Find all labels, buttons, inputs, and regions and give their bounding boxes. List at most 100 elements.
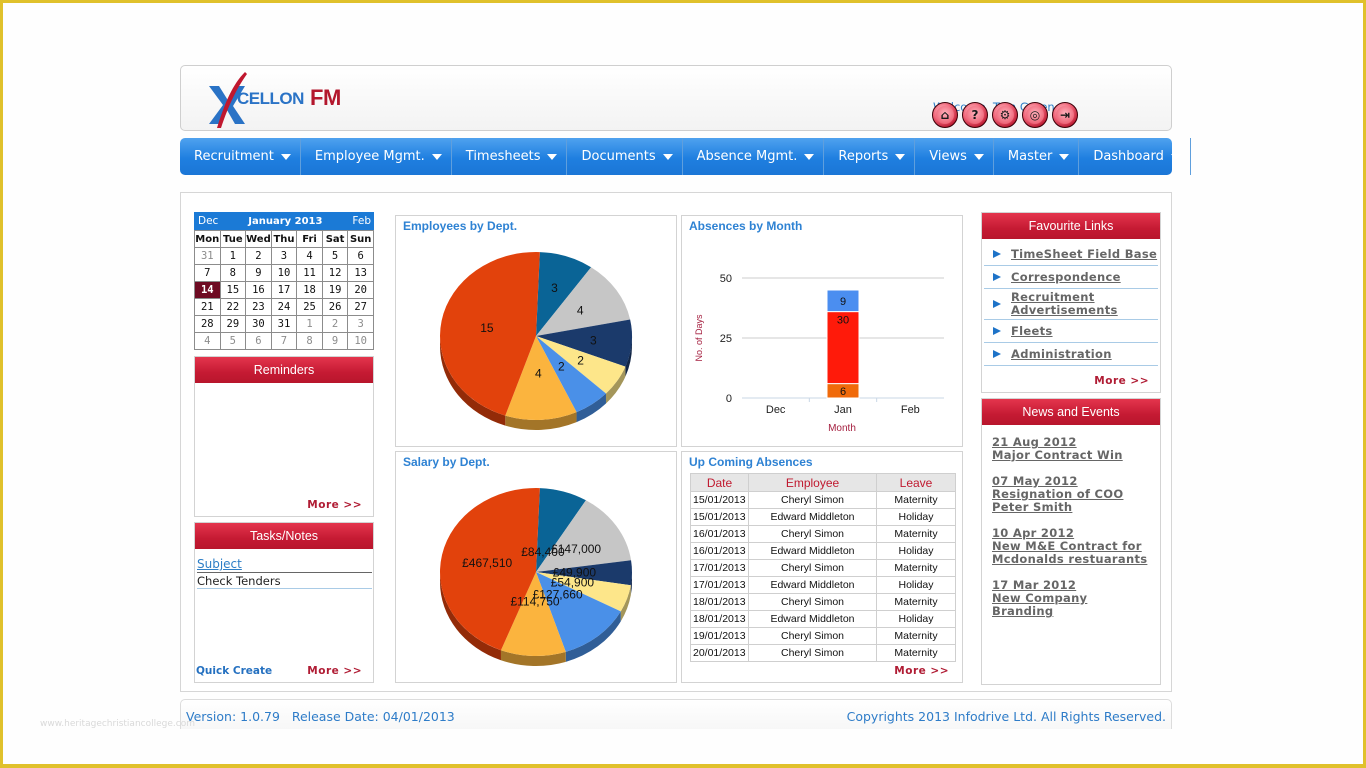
- date-cell: 18/01/2013: [690, 593, 749, 611]
- table-row[interactable]: 15/01/2013 Cheryl Simon Maternity: [690, 491, 956, 509]
- table-row[interactable]: 16/01/2013 Cheryl Simon Maternity: [690, 525, 956, 543]
- calendar-day-today[interactable]: 14: [194, 281, 221, 299]
- calendar-prev-month[interactable]: Dec: [198, 215, 218, 227]
- x-tick-label: Jan: [834, 404, 852, 416]
- home-button[interactable]: ⌂: [932, 102, 958, 128]
- nav-views[interactable]: Views: [915, 138, 994, 175]
- favourites-more-link[interactable]: More >>: [1094, 375, 1149, 387]
- calendar-day[interactable]: 19: [321, 281, 349, 299]
- calendar-day[interactable]: 16: [245, 281, 272, 299]
- lifebuoy-button[interactable]: ◎: [1022, 102, 1048, 128]
- calendar: Dec January 2013 Feb Mon Tue Wed Thu Fri Sat S…: [194, 212, 374, 350]
- nav-employee-mgmt[interactable]: Employee Mgmt.: [301, 138, 452, 175]
- news-item[interactable]: 21 Aug 2012 Major Contract Win: [992, 436, 1150, 462]
- nav-dashboard[interactable]: Dashboard: [1079, 138, 1191, 175]
- nav-documents[interactable]: Documents: [567, 138, 683, 175]
- quick-create-link[interactable]: Quick Create: [196, 665, 272, 677]
- calendar-day[interactable]: 29: [219, 315, 247, 333]
- table-row[interactable]: 17/01/2013 Cheryl Simon Maternity: [690, 559, 956, 577]
- table-row[interactable]: 18/01/2013 Cheryl Simon Maternity: [690, 593, 956, 611]
- calendar-day[interactable]: 31: [270, 315, 298, 333]
- favourite-link[interactable]: Recruitment Advertisements: [984, 289, 1158, 320]
- calendar-day[interactable]: 15: [219, 281, 247, 299]
- favourite-link[interactable]: TimeSheet Field Base: [984, 243, 1158, 266]
- help-button[interactable]: ?: [962, 102, 988, 128]
- leave-cell: Holiday: [876, 610, 956, 628]
- settings-button[interactable]: ⚙: [992, 102, 1018, 128]
- nav-label: Recruitment: [194, 149, 274, 164]
- nav-master[interactable]: Master: [994, 138, 1080, 175]
- calendar-day[interactable]: 25: [296, 298, 323, 316]
- calendar-day[interactable]: 31: [194, 247, 221, 265]
- calendar-day[interactable]: 8: [296, 332, 323, 350]
- calendar-month-title: January 2013: [248, 215, 323, 227]
- table-row[interactable]: 19/01/2013 Cheryl Simon Maternity: [690, 627, 956, 645]
- calendar-day[interactable]: 10: [270, 264, 298, 282]
- calendar-day[interactable]: 13: [347, 264, 374, 282]
- calendar-day[interactable]: 28: [194, 315, 221, 333]
- news-list: 21 Aug 2012 Major Contract Win 07 May 2012…: [982, 425, 1160, 618]
- date-cell: 17/01/2013: [690, 559, 749, 577]
- calendar-day[interactable]: 18: [296, 281, 323, 299]
- favourite-links-panel: Favourite Links TimeSheet Field Base Corr…: [981, 212, 1161, 393]
- calendar-day[interactable]: 2: [321, 315, 349, 333]
- calendar-day[interactable]: 7: [270, 332, 298, 350]
- calendar-day[interactable]: 23: [245, 298, 272, 316]
- calendar-day[interactable]: 5: [219, 332, 247, 350]
- calendar-next-month[interactable]: Feb: [352, 215, 371, 227]
- calendar-day[interactable]: 22: [219, 298, 247, 316]
- calendar-day[interactable]: 17: [270, 281, 298, 299]
- absences-bar-chart: 0 25 50 Dec Jan 6 30 9 Feb Month No. of Days: [694, 273, 944, 434]
- calendar-day[interactable]: 30: [245, 315, 272, 333]
- table-row[interactable]: 20/01/2013 Cheryl Simon Maternity: [690, 644, 956, 662]
- reminders-more-link[interactable]: More >>: [307, 499, 362, 511]
- nav-absence-mgmt[interactable]: Absence Mgmt.: [683, 138, 825, 175]
- calendar-day[interactable]: 4: [296, 247, 323, 265]
- calendar-day[interactable]: 5: [321, 247, 349, 265]
- calendar-day[interactable]: 1: [219, 247, 247, 265]
- calendar-day[interactable]: 10: [347, 332, 374, 350]
- task-item[interactable]: Check Tenders: [197, 574, 372, 589]
- calendar-day[interactable]: 4: [194, 332, 221, 350]
- nav-label: Views: [929, 149, 967, 164]
- tasks-more-link[interactable]: More >>: [307, 665, 362, 677]
- calendar-day[interactable]: 3: [270, 247, 298, 265]
- calendar-day[interactable]: 27: [347, 298, 374, 316]
- calendar-day[interactable]: 21: [194, 298, 221, 316]
- news-item[interactable]: 10 Apr 2012 New M&E Contract for Mcdonald…: [992, 527, 1150, 566]
- calendar-day[interactable]: 9: [321, 332, 349, 350]
- calendar-day[interactable]: 1: [296, 315, 323, 333]
- xcellon-fm-logo[interactable]: CELLON FM: [207, 70, 357, 130]
- calendar-day[interactable]: 9: [245, 264, 272, 282]
- favourite-link[interactable]: Correspondence: [984, 266, 1158, 289]
- favourite-link[interactable]: Administration: [984, 343, 1158, 366]
- upcoming-more-link[interactable]: More >>: [894, 665, 949, 677]
- nav-reports[interactable]: Reports: [824, 138, 916, 175]
- calendar-day[interactable]: 26: [321, 298, 349, 316]
- news-item[interactable]: 17 Mar 2012 New Company Branding: [992, 579, 1150, 618]
- calendar-day[interactable]: 12: [321, 264, 349, 282]
- calendar-day[interactable]: 3: [347, 315, 374, 333]
- news-events-title: News and Events: [982, 399, 1160, 425]
- calendar-day[interactable]: 20: [347, 281, 374, 299]
- logout-button[interactable]: ⇥: [1052, 102, 1078, 128]
- nav-recruitment[interactable]: Recruitment: [180, 138, 301, 175]
- calendar-day[interactable]: 11: [296, 264, 323, 282]
- news-item[interactable]: 07 May 2012 Resignation of COO Peter Smit…: [992, 475, 1150, 514]
- nav-timesheets[interactable]: Timesheets: [452, 138, 568, 175]
- tasks-subject-header[interactable]: Subject: [197, 558, 372, 573]
- weekday-header: Sat: [321, 230, 349, 248]
- table-row[interactable]: 17/01/2013 Edward Middleton Holiday: [690, 576, 956, 594]
- employees-pie-chart: 34322415: [440, 252, 632, 430]
- favourite-link[interactable]: Fleets: [984, 320, 1158, 343]
- calendar-week: 4 5 6 7 8 9 10: [194, 332, 374, 350]
- calendar-day[interactable]: 6: [347, 247, 374, 265]
- table-row[interactable]: 15/01/2013 Edward Middleton Holiday: [690, 508, 956, 526]
- calendar-day[interactable]: 24: [270, 298, 298, 316]
- table-row[interactable]: 18/01/2013 Edward Middleton Holiday: [690, 610, 956, 628]
- calendar-day[interactable]: 2: [245, 247, 272, 265]
- calendar-day[interactable]: 7: [194, 264, 221, 282]
- table-row[interactable]: 16/01/2013 Edward Middleton Holiday: [690, 542, 956, 560]
- calendar-day[interactable]: 6: [245, 332, 272, 350]
- calendar-day[interactable]: 8: [219, 264, 247, 282]
